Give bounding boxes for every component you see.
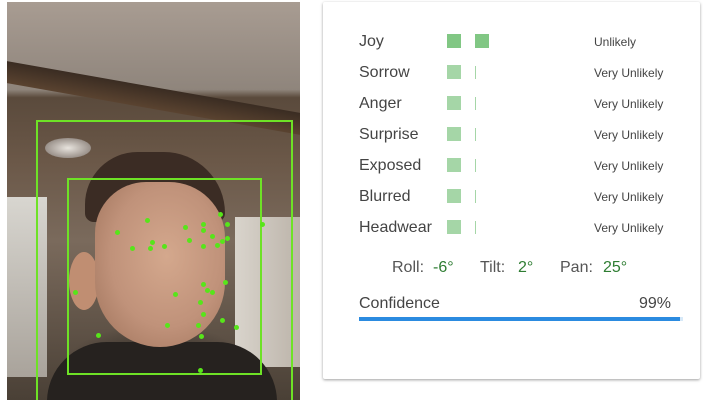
landmark-point — [201, 282, 206, 287]
landmark-point — [162, 244, 167, 249]
landmark-point — [173, 292, 178, 297]
likelihood-indicator — [447, 220, 461, 234]
emotion-label: Blurred — [359, 188, 411, 205]
landmark-point — [196, 323, 201, 328]
emotion-likelihood: Unlikely — [594, 35, 637, 49]
confidence-value: 99% — [638, 295, 671, 312]
roll-label: Roll: — [392, 259, 425, 276]
likelihood-indicator — [475, 159, 476, 172]
face-photo — [7, 2, 300, 400]
landmark-point — [223, 280, 228, 285]
landmark-point — [215, 243, 220, 248]
landmark-point — [225, 222, 230, 227]
landmark-point — [218, 212, 223, 217]
face-analysis-card: Joy Unlikely Sorrow Very Unlikely Anger … — [323, 2, 700, 379]
landmark-point — [260, 222, 265, 227]
emotion-row-surprise: Surprise Very Unlikely — [359, 125, 679, 145]
likelihood-indicator — [447, 127, 461, 141]
emotion-row-joy: Joy Unlikely — [359, 32, 679, 52]
landmark-point — [115, 230, 120, 235]
pan-value: 25° — [603, 259, 628, 276]
face-bounding-box-inner — [67, 178, 262, 375]
emotion-likelihood: Very Unlikely — [594, 66, 664, 80]
emotion-label: Exposed — [359, 157, 422, 174]
emotion-likelihood: Very Unlikely — [594, 190, 664, 204]
landmark-point — [145, 218, 150, 223]
landmark-point — [187, 238, 192, 243]
head-angles: Roll: -6° Tilt: 2° Pan: 25° — [323, 257, 700, 279]
likelihood-indicator — [475, 97, 476, 110]
emotion-likelihood: Very Unlikely — [594, 221, 664, 235]
likelihood-indicator — [475, 190, 476, 203]
landmark-point — [220, 318, 225, 323]
landmark-point — [201, 312, 206, 317]
likelihood-indicator — [475, 66, 476, 79]
landmark-point — [220, 239, 225, 244]
landmark-point — [130, 246, 135, 251]
confidence-label: Confidence — [359, 295, 440, 312]
confidence-row: Confidence 99% — [359, 295, 671, 315]
emotion-label: Headwear — [359, 219, 432, 236]
emotion-row-sorrow: Sorrow Very Unlikely — [359, 63, 679, 83]
landmark-point — [165, 323, 170, 328]
emotion-label: Sorrow — [359, 64, 410, 81]
likelihood-indicator — [475, 128, 476, 141]
likelihood-indicator — [475, 221, 476, 234]
landmark-point — [198, 368, 203, 373]
landmark-point — [148, 246, 153, 251]
landmark-point — [201, 222, 206, 227]
landmark-point — [225, 236, 230, 241]
emotion-row-exposed: Exposed Very Unlikely — [359, 156, 679, 176]
tilt-value: 2° — [518, 259, 534, 276]
likelihood-indicator — [475, 34, 489, 48]
landmark-point — [210, 290, 215, 295]
tilt-label: Tilt: — [480, 259, 506, 276]
landmark-point — [201, 228, 206, 233]
landmark-point — [73, 290, 78, 295]
emotion-likelihood: Very Unlikely — [594, 128, 664, 142]
likelihood-indicator — [447, 96, 461, 110]
landmark-point — [150, 240, 155, 245]
landmark-point — [210, 234, 215, 239]
confidence-bar-fill — [359, 317, 680, 321]
emotion-label: Joy — [359, 33, 384, 50]
emotion-label: Anger — [359, 95, 402, 112]
landmark-point — [234, 325, 239, 330]
roll-value: -6° — [433, 259, 454, 276]
emotion-label: Surprise — [359, 126, 419, 143]
emotion-row-headwear: Headwear Very Unlikely — [359, 218, 679, 238]
likelihood-indicator — [447, 158, 461, 172]
likelihood-indicator — [447, 65, 461, 79]
emotion-likelihood: Very Unlikely — [594, 159, 664, 173]
landmark-point — [183, 225, 188, 230]
emotion-row-anger: Anger Very Unlikely — [359, 94, 679, 114]
emotion-row-blurred: Blurred Very Unlikely — [359, 187, 679, 207]
likelihood-indicator — [447, 34, 461, 48]
emotion-likelihood: Very Unlikely — [594, 97, 664, 111]
landmark-point — [201, 244, 206, 249]
confidence-bar-track — [359, 317, 683, 321]
likelihood-indicator — [447, 189, 461, 203]
landmark-point — [96, 333, 101, 338]
landmark-point — [198, 300, 203, 305]
landmark-point — [199, 334, 204, 339]
pan-label: Pan: — [560, 259, 593, 276]
